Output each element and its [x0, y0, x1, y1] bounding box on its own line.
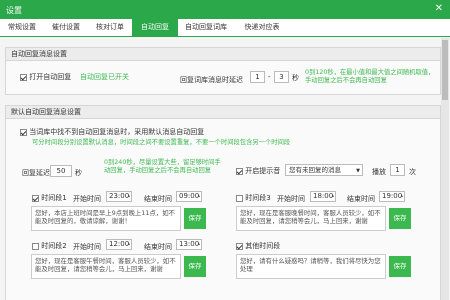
enable-auto-reply-checkbox[interactable]	[20, 73, 27, 81]
slot3-message[interactable]: 您好，现在是客服晚餐时间，客服人员较少，如不能及时回复，请您稍等会儿，马上回来，…	[236, 206, 386, 231]
spinner-icon: ▴	[197, 193, 200, 199]
enable-auto-reply-label: 打开自动回复	[29, 73, 72, 81]
slot1-checkbox[interactable]	[32, 194, 39, 202]
reply-delay-unit: 秒	[75, 169, 82, 177]
prompt-sound-label: 开启提示音	[245, 167, 281, 175]
section-title: 默认自动回复消息设置	[6, 106, 440, 119]
prompt-sound-value: 您有未回复的消息	[289, 166, 341, 174]
tab-express-map[interactable]: 快递对应表	[234, 19, 290, 36]
fallback-label: 当词库中找不到自动回复消息时，采用默认消息自动回复	[29, 128, 205, 136]
spinner-icon: ▴	[331, 193, 334, 199]
scrollbar-thumb[interactable]	[442, 40, 448, 100]
delay-min-input[interactable]: 1	[250, 71, 265, 83]
slot1-end-label: 结束时间	[144, 195, 172, 203]
slot3-label: 时间段3	[245, 194, 271, 202]
play-count-input[interactable]: 1	[390, 164, 405, 176]
spinner-icon: ▴	[400, 193, 403, 199]
slot3-checkbox[interactable]	[236, 194, 243, 202]
slot3-end-time[interactable]: 19:00 ▴	[379, 191, 405, 202]
slot1-start-label: 开始时间	[73, 195, 101, 203]
slot2-start-label: 开始时间	[73, 243, 101, 251]
fallback-row[interactable]: 当词库中找不到自动回复消息时，采用默认消息自动回复	[20, 127, 204, 137]
slot-other-label: 其他时间段	[245, 242, 281, 250]
reply-delay-input[interactable]: 50	[50, 165, 72, 177]
slot2-message[interactable]: 您好，现在是客服午餐时间，客服人员较少，如不能及时回复，请您稍等会儿，马上回来，…	[31, 254, 181, 279]
fallback-checkbox[interactable]	[20, 128, 27, 136]
slot2-checkbox[interactable]	[32, 242, 39, 250]
slot1-start-time[interactable]: 23:00 ▴	[106, 191, 132, 202]
slot3-start-label: 开始时间	[277, 195, 305, 203]
delay-unit: 秒	[292, 74, 299, 82]
slot1-row[interactable]: 时间段1	[32, 193, 67, 203]
slot2-row[interactable]: 时间段2	[32, 241, 67, 251]
reply-delay-note: 0到240秒，尽量设置大些，留足够时间手动回复，手动回复之后不会再自动回复	[104, 159, 221, 174]
close-icon[interactable]: ✕	[435, 3, 443, 14]
tab-check-order[interactable]: 核对订单	[88, 19, 132, 36]
delay-max-input[interactable]: 3	[274, 71, 289, 83]
window-title: 设置	[6, 6, 22, 15]
fallback-note: 可分时间段分别设置默认消息，时间段之间不要设置重复，不要一个时间段包含另一个时间…	[32, 139, 291, 146]
prompt-sound-checkbox[interactable]	[236, 167, 243, 175]
tab-payment-reminder[interactable]: 催付设置	[44, 19, 88, 36]
prompt-sound-select[interactable]: 您有未回复的消息 ▼	[285, 164, 363, 176]
slot2-save-button[interactable]: 保存	[184, 256, 206, 277]
tab-auto-reply-library[interactable]: 自动回复词库	[178, 19, 234, 36]
tab-general[interactable]: 常规设置	[0, 19, 44, 36]
reply-delay-label: 回复延迟	[22, 169, 50, 177]
slot-other-checkbox[interactable]	[236, 242, 243, 250]
slot3-save-button[interactable]: 保存	[389, 208, 411, 229]
slot2-end-time[interactable]: 13:00 ▴	[176, 239, 202, 250]
slot3-start-time[interactable]: 18:00 ▴	[310, 191, 336, 202]
section-title: 自动回复消息设置	[6, 48, 440, 61]
prompt-sound-row[interactable]: 开启提示音	[236, 166, 280, 176]
slot3-row[interactable]: 时间段3	[236, 193, 271, 203]
slot-other-row[interactable]: 其他时间段	[236, 241, 280, 251]
spinner-icon: ▴	[127, 241, 130, 247]
title-bar: 设置 ✕	[0, 0, 450, 19]
spinner-icon: ▴	[197, 241, 200, 247]
chevron-down-icon: ▼	[356, 168, 360, 174]
delay-note: 0到120秒，在最小值和最大值之间随机取值，手动回复之后不会再自动回复	[305, 69, 435, 84]
tab-bar: 常规设置 催付设置 核对订单 自动回复 自动回复词库 快递对应表	[0, 19, 450, 37]
spinner-icon: ▴	[127, 193, 130, 199]
delay-range-dash: -	[268, 73, 271, 81]
slot2-start-time[interactable]: 12:00 ▴	[106, 239, 132, 250]
slot3-end-label: 结束时间	[347, 195, 375, 203]
slot-other-message[interactable]: 您好，请有什么疑惑吗？请稍等，我们将尽快为您处理	[236, 254, 386, 279]
slot1-save-button[interactable]: 保存	[184, 208, 206, 229]
delay-label: 回复词库消息时延迟	[180, 76, 243, 84]
slot2-label: 时间段2	[41, 242, 67, 250]
vertical-scrollbar[interactable]	[441, 38, 449, 300]
slot1-end-time[interactable]: 09:00 ▴	[176, 191, 202, 202]
slot1-label: 时间段1	[41, 194, 67, 202]
auto-reply-status: 自动回复已开关	[80, 73, 129, 81]
slot2-end-label: 结束时间	[144, 243, 172, 251]
play-unit: 次	[409, 168, 416, 176]
slot1-message[interactable]: 您好，本店上班时间是早上9点到晚上11点，如不能及时回复的，敬请谅解，谢谢！	[31, 206, 181, 231]
slot-other-save-button[interactable]: 保存	[389, 256, 411, 277]
play-label: 播放	[372, 168, 386, 176]
enable-auto-reply-row[interactable]: 打开自动回复	[20, 72, 71, 82]
tab-auto-reply[interactable]: 自动回复	[132, 19, 178, 36]
